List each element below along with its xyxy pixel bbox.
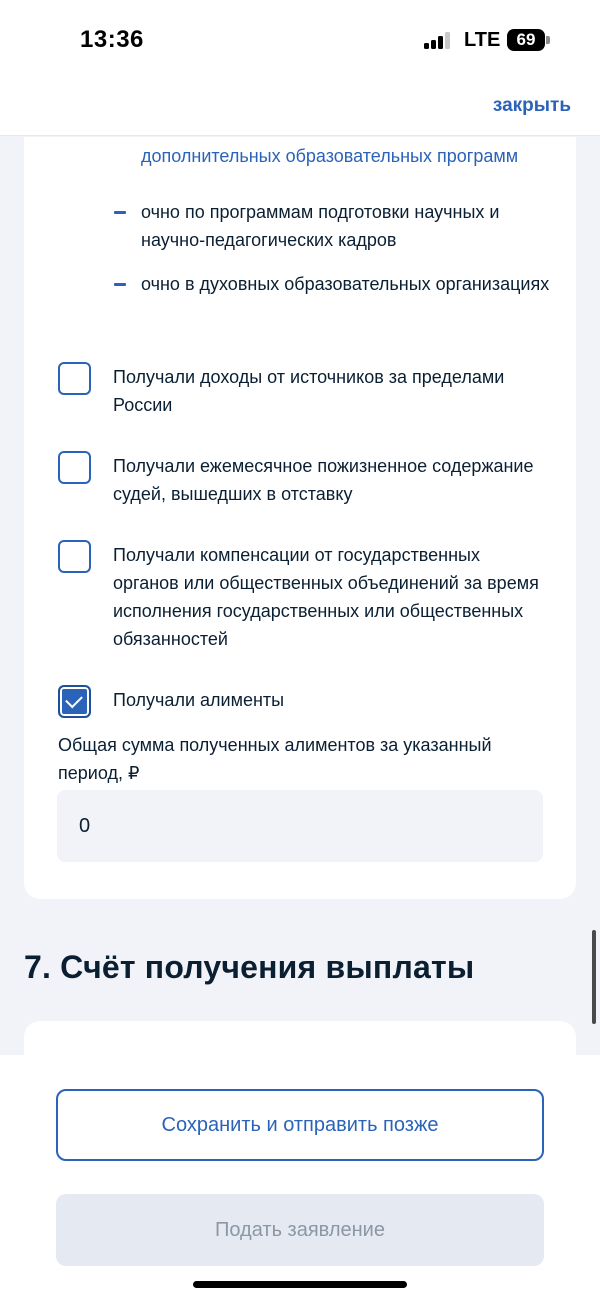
form-card: дополнительных образовательных программ … — [24, 137, 576, 899]
alimony-checkbox[interactable] — [58, 685, 91, 718]
dash-icon — [114, 283, 126, 286]
alimony-amount-input[interactable] — [57, 790, 543, 862]
signal-icon — [424, 31, 454, 49]
bottom-action-bar: Сохранить и отправить позже Подать заявл… — [0, 1055, 600, 1300]
judge-pension-checkbox[interactable] — [58, 451, 91, 484]
state-compensation-checkbox[interactable] — [58, 540, 91, 573]
save-and-send-later-button[interactable]: Сохранить и отправить позже — [56, 1089, 544, 1161]
app-header: закрыть — [0, 82, 600, 136]
sub-list-item-text: очно по программам подготовки научных и … — [141, 202, 500, 250]
battery-cap — [546, 36, 550, 44]
next-section-card — [24, 1021, 576, 1055]
home-indicator[interactable] — [193, 1281, 407, 1288]
checkbox-label: Получали компенсации от государственных … — [113, 545, 539, 649]
checkbox-label: Получали доходы от источников за предела… — [113, 367, 505, 415]
checkbox-label: Получали алименты — [113, 690, 285, 710]
submit-application-button[interactable]: Подать заявление — [56, 1194, 544, 1266]
continued-option-text: дополнительных образовательных программ — [141, 146, 519, 166]
status-bar: 13:36 LTE 69 — [0, 0, 600, 82]
battery-icon: 69 — [507, 29, 545, 51]
form-scroll-area[interactable]: дополнительных образовательных программ … — [0, 137, 600, 1055]
dash-icon — [114, 211, 126, 214]
status-time: 13:36 — [80, 26, 144, 53]
alimony-amount-label: Общая сумма полученных алиментов за указ… — [58, 735, 492, 783]
foreign-income-checkbox[interactable] — [58, 362, 91, 395]
network-type: LTE — [464, 29, 501, 51]
sub-list-item-text: очно в духовных образовательных организа… — [141, 274, 550, 294]
checkbox-label: Получали ежемесячное пожизненное содержа… — [113, 456, 534, 504]
section-title: 7. Счёт получения выплаты — [24, 949, 475, 985]
close-link[interactable]: закрыть — [493, 95, 571, 117]
scrollbar[interactable] — [592, 930, 596, 1024]
